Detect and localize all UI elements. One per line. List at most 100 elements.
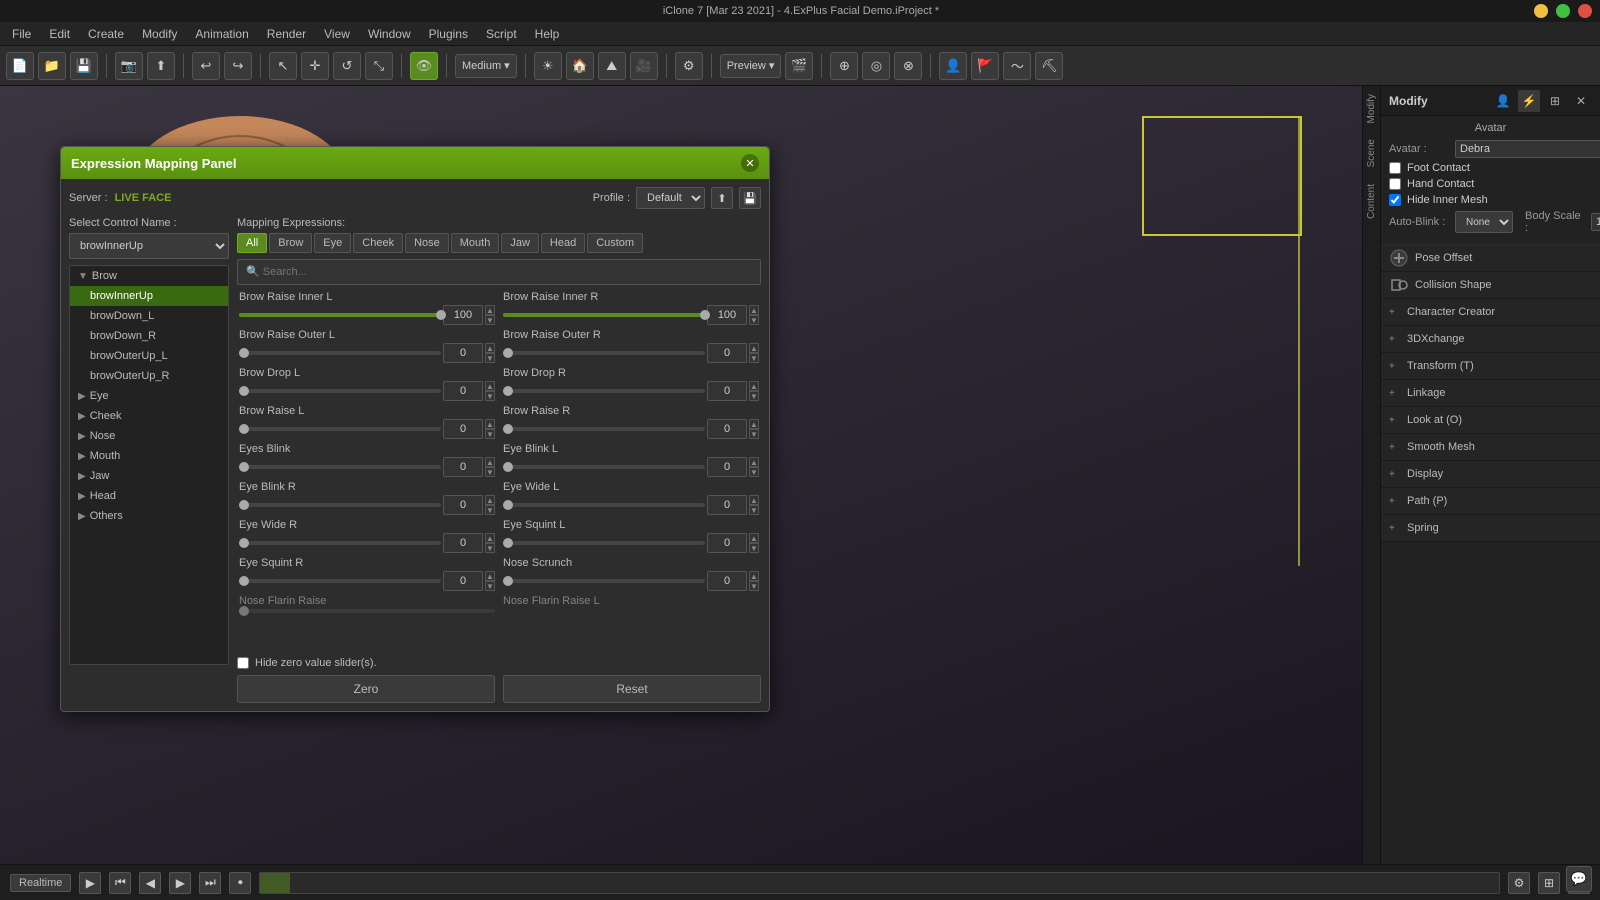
slider-up-bril[interactable]: ▲ bbox=[485, 305, 495, 315]
tree-mouth-group[interactable]: ▶ Mouth bbox=[70, 446, 228, 466]
light-button[interactable]: ☀ bbox=[534, 52, 562, 80]
chat-button[interactable]: 💬 bbox=[1566, 866, 1592, 892]
slider-input-bril[interactable] bbox=[443, 305, 483, 325]
slider-up-bror[interactable]: ▲ bbox=[749, 343, 759, 353]
slider-down-esl[interactable]: ▼ bbox=[749, 543, 759, 553]
tree-browDown_R[interactable]: browDown_R bbox=[70, 326, 228, 346]
slider-up-brl[interactable]: ▲ bbox=[485, 419, 495, 429]
realtime-badge[interactable]: Realtime bbox=[10, 874, 71, 892]
slider-thumb-bdr[interactable] bbox=[503, 386, 513, 396]
slider-up-ebl[interactable]: ▲ bbox=[749, 457, 759, 467]
slider-track-brr[interactable] bbox=[503, 427, 705, 431]
rp-tab-modify[interactable]: ⚡ bbox=[1518, 90, 1540, 112]
path-header[interactable]: + Path (P) bbox=[1381, 488, 1600, 514]
slider-up-ebr[interactable]: ▲ bbox=[485, 495, 495, 505]
slider-track-nfl[interactable] bbox=[239, 609, 495, 613]
slider-track-ebr[interactable] bbox=[239, 503, 441, 507]
slider-down-brl[interactable]: ▼ bbox=[485, 429, 495, 439]
profile-save-button[interactable]: 💾 bbox=[739, 187, 761, 209]
slider-up-ewr[interactable]: ▲ bbox=[485, 533, 495, 543]
quality-dropdown[interactable]: Medium ▾ bbox=[455, 54, 517, 78]
slider-up-bdl[interactable]: ▲ bbox=[485, 381, 495, 391]
reset-button[interactable]: Reset bbox=[503, 675, 761, 703]
grid-button[interactable]: ⊞ bbox=[1538, 872, 1560, 894]
scale-button[interactable]: ⤡ bbox=[365, 52, 393, 80]
hair-button[interactable]: ⊗ bbox=[894, 52, 922, 80]
timeline[interactable] bbox=[259, 872, 1500, 894]
hand-contact-checkbox[interactable] bbox=[1389, 178, 1401, 190]
tree-others-group[interactable]: ▶ Others bbox=[70, 506, 228, 526]
slider-input-esr[interactable] bbox=[443, 571, 483, 591]
spring-header[interactable]: + Spring bbox=[1381, 515, 1600, 541]
ep-close-button[interactable]: ✕ bbox=[741, 154, 759, 172]
profile-load-button[interactable]: ⬆ bbox=[711, 187, 733, 209]
side-label-modify[interactable]: Modify bbox=[1363, 86, 1380, 131]
tree-brow-group[interactable]: ▼ Brow bbox=[70, 266, 228, 286]
slider-thumb-ns[interactable] bbox=[503, 576, 513, 586]
slider-input-brol[interactable] bbox=[443, 343, 483, 363]
menu-plugins[interactable]: Plugins bbox=[421, 25, 476, 43]
tab-eye[interactable]: Eye bbox=[314, 233, 351, 253]
pose-offset-header[interactable]: Pose Offset bbox=[1381, 245, 1600, 271]
preview-dropdown[interactable]: Preview ▾ bbox=[720, 54, 782, 78]
foot-contact-checkbox[interactable] bbox=[1389, 162, 1401, 174]
screenshot-button[interactable]: 📷 bbox=[115, 52, 143, 80]
slider-down-ewr[interactable]: ▼ bbox=[485, 543, 495, 553]
slider-up-bdr[interactable]: ▲ bbox=[749, 381, 759, 391]
tree-browOuterUp_L[interactable]: browOuterUp_L bbox=[70, 346, 228, 366]
menu-render[interactable]: Render bbox=[259, 25, 314, 43]
expression-search[interactable] bbox=[237, 259, 761, 285]
maximize-button[interactable] bbox=[1556, 4, 1570, 18]
env-button[interactable]: 🏠 bbox=[566, 52, 594, 80]
tree-head-group[interactable]: ▶ Head bbox=[70, 486, 228, 506]
slider-down-ns[interactable]: ▼ bbox=[749, 581, 759, 591]
slider-input-brl[interactable] bbox=[443, 419, 483, 439]
slider-thumb-bril[interactable] bbox=[436, 310, 446, 320]
collision-shape-header[interactable]: Collision Shape bbox=[1381, 272, 1600, 298]
slider-track-brir[interactable] bbox=[503, 313, 705, 317]
slider-input-ebl[interactable] bbox=[707, 457, 747, 477]
slider-input-brr[interactable] bbox=[707, 419, 747, 439]
3dxchange-header[interactable]: + 3DXchange bbox=[1381, 326, 1600, 352]
slider-down-bror[interactable]: ▼ bbox=[749, 353, 759, 363]
slider-track-ewl[interactable] bbox=[503, 503, 705, 507]
rp-tab-grid[interactable]: ⊞ bbox=[1544, 90, 1566, 112]
close-button[interactable] bbox=[1578, 4, 1592, 18]
slider-track-bror[interactable] bbox=[503, 351, 705, 355]
slider-thumb-esl[interactable] bbox=[503, 538, 513, 548]
cloth-button[interactable]: ◎ bbox=[862, 52, 890, 80]
slider-input-ewl[interactable] bbox=[707, 495, 747, 515]
menu-edit[interactable]: Edit bbox=[41, 25, 78, 43]
physics-button[interactable]: ⊕ bbox=[830, 52, 858, 80]
slider-thumb-brol[interactable] bbox=[239, 348, 249, 358]
expression-tree[interactable]: ▼ Brow browInnerUp browDown_L browDown_R bbox=[69, 265, 229, 665]
side-label-scene[interactable]: Scene bbox=[1363, 131, 1380, 175]
slider-thumb-ewr[interactable] bbox=[239, 538, 249, 548]
menu-create[interactable]: Create bbox=[80, 25, 132, 43]
minimize-button[interactable] bbox=[1534, 4, 1548, 18]
tab-cheek[interactable]: Cheek bbox=[353, 233, 403, 253]
slider-down-ebl[interactable]: ▼ bbox=[749, 467, 759, 477]
slider-up-ewl[interactable]: ▲ bbox=[749, 495, 759, 505]
prev-frame-button[interactable]: ◀ bbox=[139, 872, 161, 894]
slider-down-bril[interactable]: ▼ bbox=[485, 315, 495, 325]
tool2-button[interactable]: ⛏ bbox=[1035, 52, 1063, 80]
hide-zero-checkbox[interactable] bbox=[237, 657, 249, 669]
slider-down-brol[interactable]: ▼ bbox=[485, 353, 495, 363]
ep-titlebar[interactable]: Expression Mapping Panel ✕ bbox=[61, 147, 769, 179]
slider-input-bdr[interactable] bbox=[707, 381, 747, 401]
redo-button[interactable]: ↪ bbox=[224, 52, 252, 80]
tree-cheek-group[interactable]: ▶ Cheek bbox=[70, 406, 228, 426]
new-button[interactable]: 📄 bbox=[6, 52, 34, 80]
slider-thumb-nfl[interactable] bbox=[239, 606, 249, 616]
slider-up-brr[interactable]: ▲ bbox=[749, 419, 759, 429]
slider-up-ns[interactable]: ▲ bbox=[749, 571, 759, 581]
zero-button[interactable]: Zero bbox=[237, 675, 495, 703]
slider-up-brir[interactable]: ▲ bbox=[749, 305, 759, 315]
slider-input-bror[interactable] bbox=[707, 343, 747, 363]
slider-thumb-brl[interactable] bbox=[239, 424, 249, 434]
tab-jaw[interactable]: Jaw bbox=[501, 233, 539, 253]
tab-custom[interactable]: Custom bbox=[587, 233, 643, 253]
profile-select[interactable]: Default bbox=[636, 187, 705, 209]
menu-animation[interactable]: Animation bbox=[187, 25, 256, 43]
